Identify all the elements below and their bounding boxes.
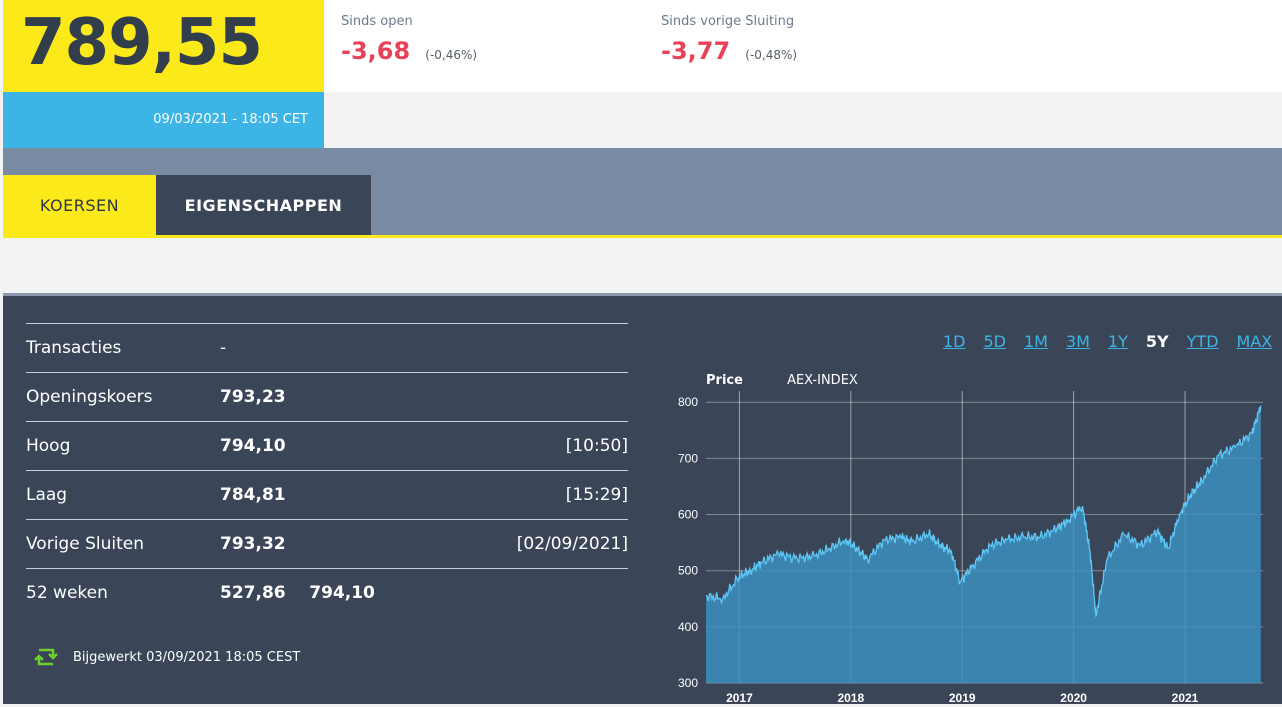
y-tick-label: 700 xyxy=(678,451,698,465)
legend-series-name: AEX-INDEX xyxy=(787,373,858,388)
period-1m[interactable]: 1M xyxy=(1024,332,1048,351)
quote-header: 789,55 09/03/2021 - 18:05 CET Sinds open… xyxy=(0,0,1282,148)
tab-eigenschappen[interactable]: EIGENSCHAPPEN xyxy=(156,175,371,235)
y-tick-label: 300 xyxy=(678,676,698,690)
since-open-pct: (-0,46%) xyxy=(425,48,478,62)
since-close-value: -3,77 xyxy=(661,37,731,65)
stat-value: 793,23 xyxy=(220,387,286,407)
stat-label: Hoog xyxy=(26,436,71,456)
since-close-block: Sinds vorige Sluiting -3,77 (-0,48%) xyxy=(661,14,797,65)
period-max[interactable]: MAX xyxy=(1237,332,1273,351)
since-close-pct: (-0,48%) xyxy=(745,48,798,62)
stat-label: Transacties xyxy=(26,338,122,358)
stat-row-vorige-sluiten: Vorige Sluiten 793,32 [02/09/2021] xyxy=(26,519,628,568)
stat-extra: [10:50] xyxy=(565,436,628,456)
stat-row-laag: Laag 784,81 [15:29] xyxy=(26,470,628,519)
stat-value: 784,81 xyxy=(220,485,286,505)
legend-price-label: Price xyxy=(706,373,743,388)
updated-info: Bijgewerkt 03/09/2021 18:05 CEST xyxy=(33,646,300,668)
y-tick-label: 600 xyxy=(678,508,698,522)
price-chart: 300 400 500 600 700 800 2017 2018 2019 2020 2021 xyxy=(678,391,1263,705)
current-price: 789,55 xyxy=(21,6,263,80)
since-open-block: Sinds open -3,68 (-0,46%) xyxy=(341,14,477,65)
period-1d[interactable]: 1D xyxy=(943,332,966,351)
quote-timestamp: 09/03/2021 - 18:05 CET xyxy=(153,112,308,127)
x-tick-label: 2020 xyxy=(1060,691,1087,705)
tab-koersen[interactable]: KOERSEN xyxy=(3,175,156,235)
tab-bar: KOERSEN EIGENSCHAPPEN xyxy=(3,148,1282,238)
stat-value: 793,32 xyxy=(220,534,286,554)
stat-value: - xyxy=(220,338,227,358)
period-5y[interactable]: 5Y xyxy=(1146,332,1169,351)
y-tick-label: 800 xyxy=(678,395,698,409)
since-open-value: -3,68 xyxy=(341,37,411,65)
y-tick-label: 500 xyxy=(678,564,698,578)
period-selector: 1D 5D 1M 3M 1Y 5Y YTD MAX xyxy=(943,332,1272,351)
stat-extra: [02/09/2021] xyxy=(516,534,628,554)
period-5d[interactable]: 5D xyxy=(984,332,1007,351)
updated-text: Bijgewerkt 03/09/2021 18:05 CEST xyxy=(73,649,301,665)
refresh-icon[interactable] xyxy=(33,646,59,668)
y-tick-label: 400 xyxy=(678,620,698,634)
x-tick-label: 2021 xyxy=(1172,691,1199,705)
stat-row-transacties: Transacties - xyxy=(26,323,628,372)
stat-row-hoog: Hoog 794,10 [10:50] xyxy=(26,421,628,470)
since-close-label: Sinds vorige Sluiting xyxy=(661,14,795,29)
since-open-label: Sinds open xyxy=(341,14,413,29)
stat-row-openingskoers: Openingskoers 793,23 xyxy=(26,372,628,421)
stat-value: 527,86 794,10 xyxy=(220,583,375,603)
x-tick-label: 2017 xyxy=(726,691,753,705)
timestamp-box: 09/03/2021 - 18:05 CET xyxy=(3,92,324,148)
stat-value: 794,10 xyxy=(220,436,286,456)
period-ytd[interactable]: YTD xyxy=(1187,332,1219,351)
stat-extra: [15:29] xyxy=(565,485,628,505)
stats-table: Transacties - Openingskoers 793,23 Hoog … xyxy=(26,323,628,617)
stat-label: 52 weken xyxy=(26,583,108,603)
x-tick-label: 2019 xyxy=(949,691,976,705)
period-3m[interactable]: 3M xyxy=(1066,332,1090,351)
period-1y[interactable]: 1Y xyxy=(1108,332,1128,351)
quote-panel: Transacties - Openingskoers 793,23 Hoog … xyxy=(3,293,1282,705)
stat-label: Openingskoers xyxy=(26,387,153,407)
change-strip: Sinds open -3,68 (-0,46%) Sinds vorige S… xyxy=(324,0,1282,92)
stat-row-52-weken: 52 weken 527,86 794,10 xyxy=(26,568,628,617)
price-box: 789,55 xyxy=(3,0,324,92)
x-tick-label: 2018 xyxy=(837,691,864,705)
stat-label: Vorige Sluiten xyxy=(26,534,144,554)
stat-label: Laag xyxy=(26,485,68,505)
chart-legend: Price AEX-INDEX xyxy=(706,373,858,388)
